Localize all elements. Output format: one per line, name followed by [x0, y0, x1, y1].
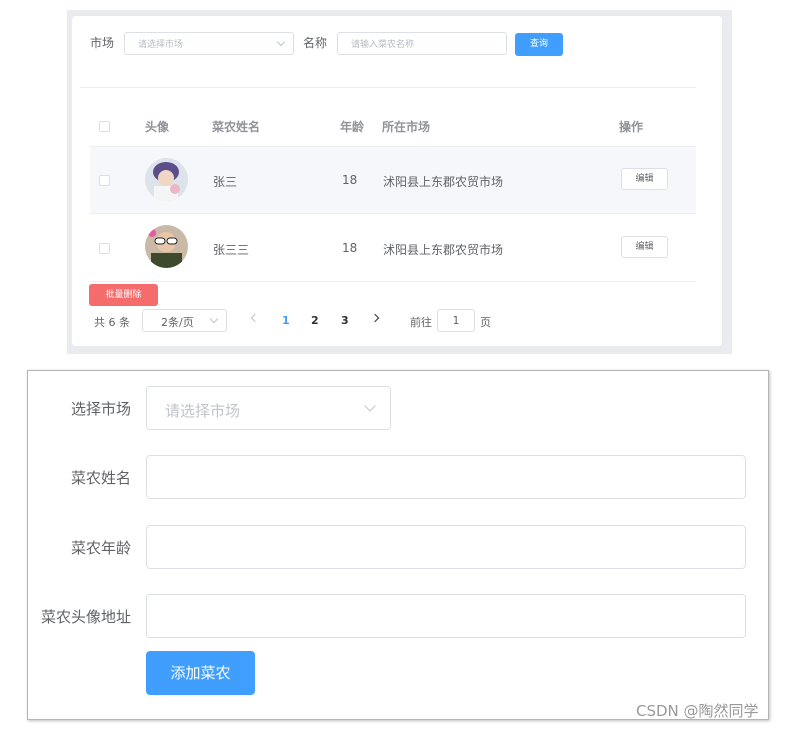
page-size-value: 2条/页: [161, 316, 194, 329]
row-divider: [90, 281, 696, 282]
table-screenshot-frame: 市场 请选择市场 名称 请输入菜农名称 查询 头像 菜农姓名 年龄 所在市场 操…: [67, 10, 732, 354]
name-filter-input[interactable]: 请输入菜农名称: [337, 32, 507, 55]
header-market: 所在市场: [382, 120, 431, 134]
query-button[interactable]: 查询: [515, 33, 563, 56]
batch-delete-button[interactable]: 批量删除: [89, 284, 158, 306]
chevron-down-icon: [209, 314, 219, 324]
form-age-input[interactable]: [146, 525, 746, 569]
row-name: 张三三: [213, 243, 250, 257]
next-page-icon[interactable]: [370, 313, 380, 323]
form-market-placeholder: 请选择市场: [165, 402, 241, 420]
page-2[interactable]: 2: [311, 314, 319, 327]
edit-button[interactable]: 编辑: [621, 168, 668, 190]
table-row: 张三三 18 沭阳县上东郡农贸市场 编辑: [90, 215, 696, 282]
goto-page-input[interactable]: 1: [437, 309, 475, 332]
edit-button[interactable]: 编辑: [621, 236, 668, 258]
form-avatar-input[interactable]: [146, 594, 746, 638]
divider: [80, 87, 696, 88]
page-1[interactable]: 1: [282, 314, 290, 327]
row-age: 18: [342, 173, 358, 187]
pagination-total: 共 6 条: [94, 316, 130, 329]
watermark: CSDN @陶然同学: [636, 702, 759, 720]
header-avatar: 头像: [145, 120, 170, 134]
page-size-select[interactable]: 2条/页: [142, 309, 227, 332]
header-name: 菜农姓名: [212, 120, 261, 134]
page-3[interactable]: 3: [341, 314, 349, 327]
row-checkbox[interactable]: [99, 243, 110, 254]
goto-prefix: 前往: [410, 316, 432, 329]
market-filter-select[interactable]: 请选择市场: [124, 32, 294, 55]
table-row: 张三 18 沭阳县上东郡农贸市场 编辑: [90, 147, 696, 214]
form-market-label: 选择市场: [70, 400, 131, 418]
form-avatar-label: 菜农头像地址: [40, 608, 131, 626]
row-name: 张三: [213, 175, 238, 189]
prev-page-icon[interactable]: [250, 313, 260, 323]
row-checkbox[interactable]: [99, 175, 110, 186]
avatar: [145, 158, 188, 201]
add-farmer-form: 选择市场 请选择市场 菜农姓名 菜农年龄 菜农头像地址 添加菜农: [27, 370, 769, 720]
table-card: 市场 请选择市场 名称 请输入菜农名称 查询 头像 菜农姓名 年龄 所在市场 操…: [72, 16, 722, 346]
add-farmer-button[interactable]: 添加菜农: [146, 651, 255, 695]
row-divider: [90, 213, 696, 214]
row-market: 沭阳县上东郡农贸市场: [383, 243, 504, 257]
chevron-down-icon: [364, 400, 376, 412]
chevron-down-icon: [276, 37, 286, 47]
form-age-label: 菜农年龄: [70, 539, 131, 557]
row-age: 18: [342, 241, 358, 255]
select-all-checkbox[interactable]: [99, 121, 110, 132]
form-name-label: 菜农姓名: [70, 469, 131, 487]
avatar: [145, 225, 188, 268]
name-filter-placeholder: 请输入菜农名称: [351, 40, 415, 50]
goto-suffix: 页: [480, 316, 491, 329]
name-filter-label: 名称: [303, 36, 328, 50]
market-filter-placeholder: 请选择市场: [138, 40, 184, 50]
form-market-select[interactable]: 请选择市场: [146, 386, 391, 430]
market-filter-label: 市场: [90, 36, 115, 50]
row-market: 沭阳县上东郡农贸市场: [383, 175, 504, 189]
header-actions: 操作: [619, 120, 644, 134]
header-age: 年龄: [340, 120, 365, 134]
form-name-input[interactable]: [146, 455, 746, 499]
